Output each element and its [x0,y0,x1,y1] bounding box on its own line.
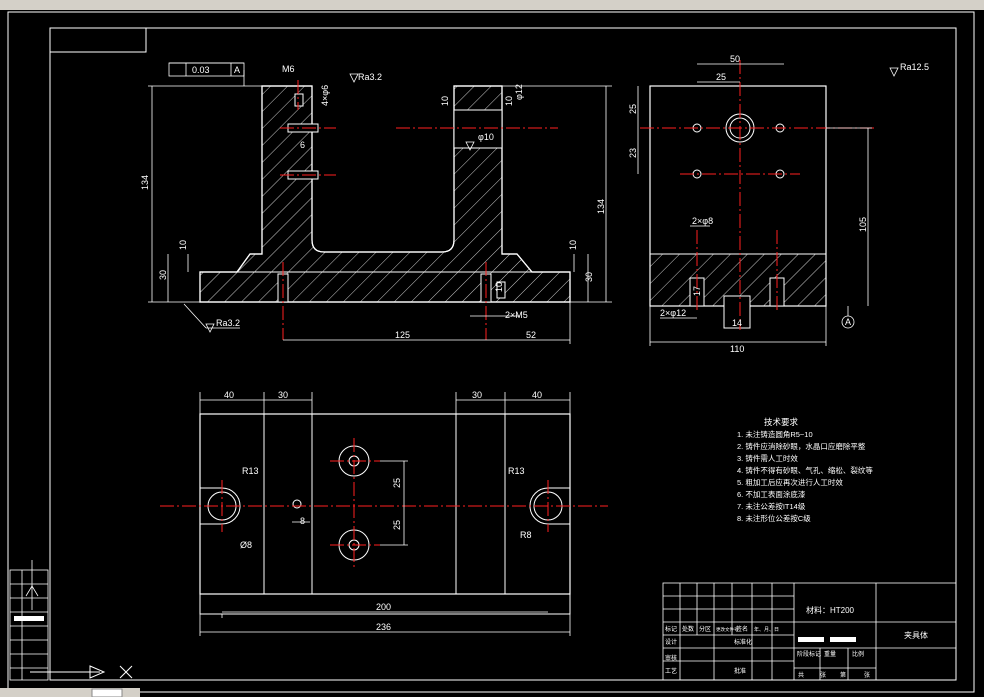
dim-14: 14 [732,318,742,328]
dim-phi12: φ12 [514,84,524,100]
side-table-bar [14,616,44,621]
tb-material: 材料：HT200 [806,605,855,615]
roughness-bottom: Ra3.2 [216,318,240,328]
dim-134-left: 134 [140,175,150,190]
tb-sheet: 张 [820,671,826,679]
note-1: 1. 未注铸造圆角R5~10 [737,429,813,439]
dim-30-left: 30 [158,270,168,280]
tb-zone: 分区 [699,625,711,633]
dim-25-upper: 25 [392,478,402,488]
tb-sheet-2: 张 [864,671,870,679]
dim-125: 125 [395,330,410,340]
dim-25-lower: 25 [392,520,402,530]
label-2xm5: 2×M5 [505,310,528,320]
dim-r8: R8 [520,530,532,540]
dim-2x12: 2×φ12 [660,308,686,318]
dim-10-left: 10 [178,240,188,250]
dim-50: 50 [730,54,740,64]
tb-sign: 签名 [736,625,748,633]
tb-process: 工艺 [665,667,677,675]
tb-date: 年、月、日 [754,626,779,633]
tolerance-datum: A [234,65,240,75]
tb-sheet-no: 第 [840,671,846,679]
datum-a: A [845,317,851,327]
dim-40-left: 40 [224,390,234,400]
label-6: 6 [300,140,305,150]
dim-52: 52 [526,330,536,340]
note-5: 5. 粗加工后应再次进行人工时效 [737,477,843,487]
front-section-view: 0.03 A M6 Ra3.2 4×φ6 6 134 134 30 30 10 … [140,62,612,344]
note-6: 6. 不加工表面涂底漆 [737,489,806,499]
notes-title: 技术要求 [764,417,799,427]
dim-2x8: 2×φ8 [692,216,713,226]
note-2: 2. 铸件应消除砂眼，水晶口应磨除平整 [737,441,866,451]
dim-phi8: Ø8 [240,540,252,550]
note-4: 4. 铸件不得有砂眼、气孔、缩松、裂纹等 [737,465,873,475]
dim-10-top: 10 [440,96,450,106]
dim-30-right: 30 [584,272,594,282]
dim-25: 25 [716,72,726,82]
dim-200: 200 [376,602,391,612]
window-menubar-strip [0,0,984,10]
tolerance-value: 0.03 [192,65,210,75]
dim-10-mid: 10 [494,282,504,292]
tb-weight: 重量 [824,650,836,658]
side-view: 50 25 25 23 105 110 2×φ8 2×φ12 14 17 Ra1… [628,54,929,354]
dim-r13-right: R13 [508,466,525,476]
note-7: 7. 未注公差按IT14级 [737,501,806,511]
tb-mark: 标记 [665,625,677,633]
dim-10-top2: 10 [504,96,514,106]
tb-checker: 审核 [665,654,677,662]
tb-approve: 批准 [734,667,746,675]
dim-23-vertical: 23 [628,148,638,158]
tb-count: 处数 [682,625,694,633]
note-8: 8. 未注形位公差按C级 [737,513,811,523]
dim-30-left: 30 [278,390,288,400]
tb-scale: 比例 [852,650,864,658]
roughness-main: Ra12.5 [900,62,929,72]
dim-8: 8 [300,516,305,526]
title-block: 标记 处数 分区 更改文件号 签名 年、月、日 设计 标准化 审核 工艺 批准 … [662,582,957,681]
plan-view: 40 30 30 40 R13 R13 Ø8 R8 8 25 25 200 23… [160,390,608,636]
dim-r13-left: R13 [242,466,259,476]
dim-phi10: φ10 [478,132,494,142]
model-tab-bar[interactable] [0,688,140,697]
technical-notes: 技术要求 1. 未注铸造圆角R5~10 2. 铸件应消除砂眼，水晶口应磨除平整 … [737,417,873,523]
roughness-top: Ra3.2 [358,72,382,82]
dim-10-right: 10 [568,240,578,250]
dim-17: 17 [692,286,702,296]
dim-110: 110 [730,344,744,354]
dim-25-vertical: 25 [628,104,638,114]
tb-total: 共 [798,671,804,679]
label-m6: M6 [282,64,295,74]
dim-40-right: 40 [532,390,542,400]
tb-stage: 阶段标记 [797,650,821,658]
dim-236: 236 [376,622,391,632]
dim-105: 105 [858,217,868,232]
tb-part-name: 夹具体 [904,630,928,640]
dim-134-right: 134 [596,199,606,214]
label-4-holes: 4×φ6 [320,85,330,106]
tb-standard: 标准化 [734,638,752,646]
tb-designer: 设计 [665,638,677,646]
cad-drawing-canvas[interactable]: 0.03 A M6 Ra3.2 4×φ6 6 134 134 30 30 10 … [0,10,984,697]
dim-30-right: 30 [472,390,482,400]
note-3: 3. 铸件需人工时效 [737,453,798,463]
